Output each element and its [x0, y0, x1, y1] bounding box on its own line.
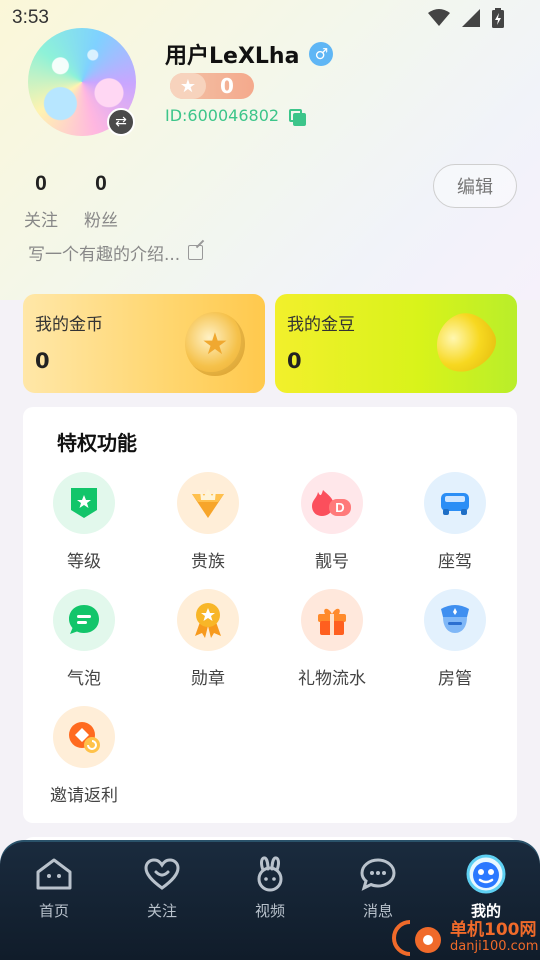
bio[interactable]: 写一个有趣的介绍...	[28, 240, 204, 265]
level-number: 0	[220, 74, 234, 98]
privilege-car[interactable]: 座驾	[400, 472, 510, 572]
user-id-text: ID:600046802	[165, 106, 280, 125]
crown-gem-icon	[177, 472, 239, 534]
privilege-medal[interactable]: 勋章	[153, 589, 263, 689]
tab-video[interactable]: 视频	[230, 854, 310, 921]
tab-follow-label: 关注	[146, 902, 177, 920]
watermark-line2: danji100.com	[450, 939, 539, 954]
watermark-logo	[392, 918, 446, 958]
user-id: ID:600046802	[165, 106, 307, 126]
privileges-panel: 特权功能 等级 贵族 D 靓号 座驾 气泡 勋章 礼物流水 房管 邀请返利	[23, 407, 517, 823]
privilege-nobility[interactable]: 贵族	[153, 472, 263, 572]
profile-face-icon	[446, 854, 526, 894]
edit-icon	[188, 245, 204, 260]
privilege-nobility-label: 贵族	[191, 552, 225, 572]
bunny-icon	[230, 854, 310, 894]
following-label: 关注	[24, 211, 58, 231]
tab-home[interactable]: 首页	[14, 854, 94, 921]
status-icons	[428, 8, 504, 28]
svg-text:D: D	[335, 500, 344, 515]
edit-profile-button[interactable]: 编辑	[433, 164, 517, 208]
coins-card[interactable]: 我的金币 0 ★	[23, 294, 265, 393]
privileges-title: 特权功能	[57, 431, 137, 455]
privilege-gift-flow-label: 礼物流水	[298, 669, 366, 689]
following-count: 0	[35, 172, 47, 195]
privilege-room-manager[interactable]: 房管	[400, 589, 510, 689]
tab-messages[interactable]: 消息	[338, 854, 418, 921]
room-manager-icon	[424, 589, 486, 651]
status-time: 3:53	[12, 7, 49, 28]
bio-placeholder: 写一个有趣的介绍...	[28, 245, 181, 265]
privilege-level-label: 等级	[67, 552, 101, 572]
privilege-level[interactable]: 等级	[29, 472, 139, 572]
medal-icon	[177, 589, 239, 651]
invite-rebate-icon	[53, 706, 115, 768]
privilege-pretty-id[interactable]: D 靓号	[277, 472, 387, 572]
privilege-car-label: 座驾	[438, 552, 472, 572]
pretty-id-icon: D	[301, 472, 363, 534]
level-badge[interactable]: ★ 0	[170, 73, 254, 99]
privilege-room-manager-label: 房管	[438, 669, 472, 689]
chat-bubble-icon	[53, 589, 115, 651]
level-shield-icon	[53, 472, 115, 534]
watermark-line1: 单机100网	[450, 920, 537, 940]
gift-icon	[301, 589, 363, 651]
username-text: 用户LeXLha	[165, 44, 300, 69]
privilege-invite-rebate[interactable]: 邀请返利	[29, 706, 139, 806]
tab-follow[interactable]: 关注	[122, 854, 202, 921]
privilege-bubble-label: 气泡	[67, 669, 101, 689]
message-icon	[338, 854, 418, 894]
privilege-medal-label: 勋章	[191, 669, 225, 689]
heart-face-icon	[122, 854, 202, 894]
site-watermark: 单机100网 danji100.com	[392, 918, 538, 958]
home-icon	[14, 854, 94, 894]
fans-count: 0	[95, 172, 107, 195]
privilege-pretty-id-label: 靓号	[315, 552, 349, 572]
privilege-bubble[interactable]: 气泡	[29, 589, 139, 689]
privilege-invite-rebate-label: 邀请返利	[50, 786, 118, 806]
car-icon	[424, 472, 486, 534]
tab-profile[interactable]: 我的	[446, 854, 526, 921]
male-gender-icon: ♂	[309, 42, 334, 66]
gold-coin-icon: ★	[185, 312, 245, 376]
tab-home-label: 首页	[38, 902, 69, 920]
username: 用户LeXLha ♂	[165, 38, 334, 70]
battery-icon	[492, 8, 504, 28]
following-stat[interactable]: 0 关注	[21, 172, 61, 231]
fans-stat[interactable]: 0 粉丝	[81, 172, 121, 231]
star-icon: ★	[170, 73, 206, 99]
signal-icon	[462, 9, 480, 27]
swap-icon[interactable]: ⇄	[107, 108, 135, 136]
beans-card[interactable]: 我的金豆 0	[275, 294, 517, 393]
copy-icon[interactable]	[289, 108, 307, 126]
fans-label: 粉丝	[84, 211, 118, 231]
tab-video-label: 视频	[254, 902, 285, 920]
privilege-gift-flow[interactable]: 礼物流水	[277, 589, 387, 689]
wifi-icon	[428, 9, 450, 26]
